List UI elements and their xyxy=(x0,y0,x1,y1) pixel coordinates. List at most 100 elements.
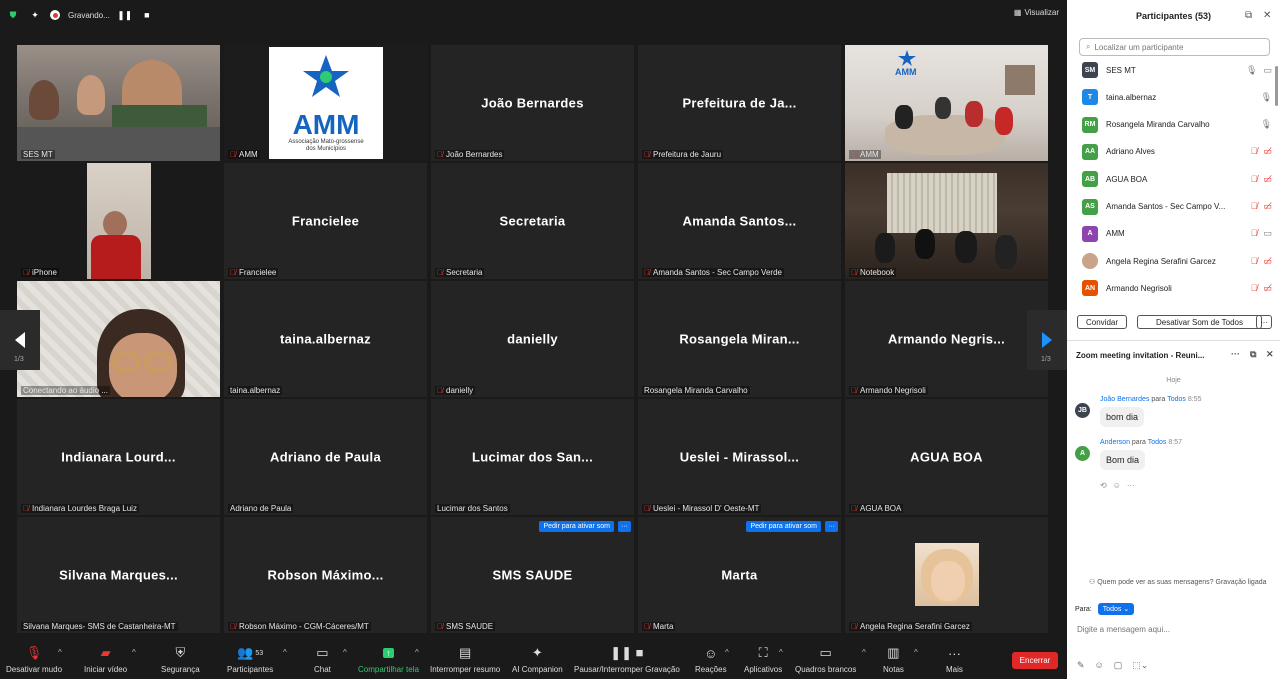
participant-tile[interactable]: 🎙̸ Notebook xyxy=(845,163,1048,279)
reactions-options-caret[interactable]: ^ xyxy=(725,648,729,657)
chat-title[interactable]: Zoom meeting invitation - Reuni... xyxy=(1076,351,1210,360)
end-meeting-button[interactable]: Encerrar xyxy=(1012,652,1058,669)
participant-tile[interactable]: AGUA BOA 🎙̸ AGUA BOA xyxy=(845,399,1048,515)
chat-close-icon[interactable]: ✕ xyxy=(1266,349,1274,360)
participant-row[interactable]: AB AGUA BOA 🎙̸ ▭̸ xyxy=(1082,168,1272,190)
participant-row[interactable]: AS Amanda Santos - Sec Campo V... 🎙̸ ▭̸ xyxy=(1082,196,1272,218)
notes-options-caret[interactable]: ^ xyxy=(914,648,918,657)
invite-button[interactable]: Convidar xyxy=(1077,315,1127,329)
participant-tile[interactable]: Armando Negris... 🎙̸ Armando Negrisoli xyxy=(845,281,1048,397)
emoji-picker-icon[interactable]: ☺ xyxy=(1095,660,1104,671)
mic-icon[interactable]: 🎙 xyxy=(1261,119,1272,130)
whiteboards-button[interactable]: ▭ Quadros brancos xyxy=(795,644,856,674)
participant-row[interactable]: AN Armando Negrisoli 🎙̸ ▭̸ xyxy=(1082,277,1272,299)
message-more-icon[interactable]: ··· xyxy=(1127,481,1135,490)
participant-tile[interactable]: Amanda Santos... 🎙̸ Amanda Santos - Sec Ca… xyxy=(638,163,841,279)
camera-icon[interactable]: ▭ xyxy=(1263,65,1272,76)
participants-button[interactable]: 👥 53 Participantes xyxy=(227,644,273,674)
participant-tile[interactable]: AMM 🎙̸ AMM xyxy=(845,45,1048,161)
participant-row[interactable]: SM SES MT 🎙 ▭ xyxy=(1082,59,1272,81)
audio-options-caret[interactable]: ^ xyxy=(58,648,62,657)
ai-companion-button[interactable]: ✦ AI Companion xyxy=(512,644,563,674)
participants-more-button[interactable]: ··· xyxy=(1256,315,1272,329)
whiteboards-options-caret[interactable]: ^ xyxy=(862,648,866,657)
mic-off-icon[interactable]: 🎙̸ xyxy=(1251,201,1258,212)
message-input[interactable] xyxy=(1077,623,1267,635)
chat-options-caret[interactable]: ^ xyxy=(343,648,347,657)
participant-list-scrollbar[interactable] xyxy=(1275,66,1278,106)
participant-tile[interactable]: Prefeitura de Ja... 🎙̸ Prefeitura de Jauru xyxy=(638,45,841,161)
camera-off-icon[interactable]: ▭̸ xyxy=(1263,283,1272,294)
participant-tile[interactable]: 🎙̸ iPhone xyxy=(17,163,220,279)
stop-summary-button[interactable]: ▤ Interromper resumo xyxy=(430,644,500,674)
participant-tile[interactable]: Secretaria 🎙̸ Secretaria xyxy=(431,163,634,279)
ask-to-unmute-button[interactable]: Pedir para ativar som xyxy=(746,521,821,532)
participant-tile[interactable]: danielly 🎙̸ danielly xyxy=(431,281,634,397)
mic-off-icon[interactable]: 🎙̸ xyxy=(1251,174,1258,185)
sender-name[interactable]: Anderson xyxy=(1100,439,1130,446)
close-icon[interactable]: ✕ xyxy=(1263,10,1271,21)
reply-icon[interactable]: ⟲ xyxy=(1100,481,1107,490)
participant-tile[interactable]: SMS SAUDE Pedir para ativar som ··· 🎙̸ SMS S… xyxy=(431,517,634,633)
emoji-icon[interactable]: ☺ xyxy=(1113,481,1121,490)
participant-tile[interactable]: Robson Máximo... 🎙̸ Robson Máximo - CGM-Cá… xyxy=(224,517,427,633)
camera-off-icon[interactable]: ▭̸ xyxy=(1263,201,1272,212)
participant-tile[interactable]: Ueslei - Mirassol... 🎙̸ Ueslei - Mirassol … xyxy=(638,399,841,515)
camera-off-icon[interactable]: ▭̸ xyxy=(1263,174,1272,185)
participant-tile[interactable]: Conectando ao áudio ... xyxy=(17,281,220,397)
apps-button[interactable]: ⛶ Aplicativos xyxy=(744,644,782,674)
view-button[interactable]: ▦ Visualizar xyxy=(1014,8,1059,17)
privacy-notice[interactable]: ⚇ Quem pode ver as suas mensagens? Grava… xyxy=(1089,578,1267,586)
participant-tile[interactable]: Lucimar dos San... Lucimar dos Santos xyxy=(431,399,634,515)
tile-more-button[interactable]: ··· xyxy=(825,521,838,532)
camera-off-icon[interactable]: ▭̸ xyxy=(1263,146,1272,157)
participant-tile[interactable]: João Bernardes 🎙̸ João Bernardes xyxy=(431,45,634,161)
share-options-caret[interactable]: ^ xyxy=(415,648,419,657)
ask-to-unmute-button[interactable]: Pedir para ativar som xyxy=(539,521,614,532)
video-options-caret[interactable]: ^ xyxy=(132,648,136,657)
pause-recording-icon[interactable]: ❚❚ xyxy=(117,8,132,22)
participant-row[interactable]: Ttaina.albernaz 🎙 xyxy=(1082,86,1272,108)
camera-off-icon[interactable]: ▭̸ xyxy=(1263,256,1272,267)
participant-tile[interactable]: Rosangela Miran... Rosangela Miranda Carv… xyxy=(638,281,841,397)
participant-tile[interactable]: 🎙̸ Angela Regina Serafini Garcez xyxy=(845,517,1048,633)
participant-tile[interactable]: AMM Associação Mato-grossense dos Municípi… xyxy=(224,45,427,161)
notes-button[interactable]: ▥ Notas xyxy=(883,644,904,674)
chat-button[interactable]: ▭ Chat xyxy=(314,644,331,674)
mic-icon[interactable]: 🎙 xyxy=(1246,65,1257,76)
recipient-dropdown[interactable]: Todos ⌄ xyxy=(1097,603,1135,615)
security-button[interactable]: ⛨ Segurança xyxy=(161,644,200,674)
participant-row[interactable]: Angela Regina Serafini Garcez 🎙̸ ▭̸ xyxy=(1082,250,1272,272)
start-video-button[interactable]: ▰ Iniciar vídeo xyxy=(84,644,127,674)
participant-row[interactable]: A AMM 🎙̸ ▭ xyxy=(1082,223,1272,245)
mic-icon[interactable]: 🎙 xyxy=(1261,92,1272,103)
participant-search[interactable]: ⌕ xyxy=(1079,38,1270,56)
popout-icon[interactable]: ⧉ xyxy=(1245,10,1252,21)
participant-tile[interactable]: Silvana Marques... Silvana Marques- SMS d… xyxy=(17,517,220,633)
mute-all-button[interactable]: Desativar Som de Todos xyxy=(1137,315,1262,329)
more-button[interactable]: ··· Mais xyxy=(946,644,963,675)
unmute-button[interactable]: 🎙 Desativar mudo xyxy=(6,644,62,674)
pause-recording-button[interactable]: ❚❚ ■ Pausar/Interromper Gravação xyxy=(574,644,680,674)
mic-off-icon[interactable]: 🎙̸ xyxy=(1251,228,1258,239)
share-screen-button[interactable]: ↑ Compartilhar tela xyxy=(358,644,419,674)
reactions-button[interactable]: ☺ Reações xyxy=(695,644,727,675)
chat-more-icon[interactable]: ··· xyxy=(1231,349,1240,359)
participant-tile[interactable]: SES MT xyxy=(17,45,220,161)
camera-icon[interactable]: ▭ xyxy=(1263,228,1272,239)
format-icon[interactable]: ✎ xyxy=(1077,660,1085,671)
participant-tile[interactable]: taina.albernaz taina.albernaz xyxy=(224,281,427,397)
chat-popout-icon[interactable]: ⧉ xyxy=(1250,349,1256,360)
mic-off-icon[interactable]: 🎙̸ xyxy=(1251,256,1258,267)
mic-off-icon[interactable]: 🎙̸ xyxy=(1251,283,1258,294)
participant-tile[interactable]: Marta Pedir para ativar som ··· 🎙̸ Marta xyxy=(638,517,841,633)
participant-row[interactable]: RM Rosangela Miranda Carvalho 🎙 xyxy=(1082,114,1272,136)
search-input[interactable] xyxy=(1094,42,1255,52)
participant-tile[interactable]: Francielee 🎙̸ Francielee xyxy=(224,163,427,279)
participant-row[interactable]: AA Adriano Alves 🎙̸ ▭̸ xyxy=(1082,141,1272,163)
security-shield-icon[interactable]: ⛊ xyxy=(6,8,20,22)
mic-off-icon[interactable]: 🎙̸ xyxy=(1251,146,1258,157)
apps-options-caret[interactable]: ^ xyxy=(779,648,783,657)
ai-sparkle-icon[interactable]: ✦ xyxy=(28,8,42,22)
file-icon[interactable]: ▢ xyxy=(1114,660,1123,671)
